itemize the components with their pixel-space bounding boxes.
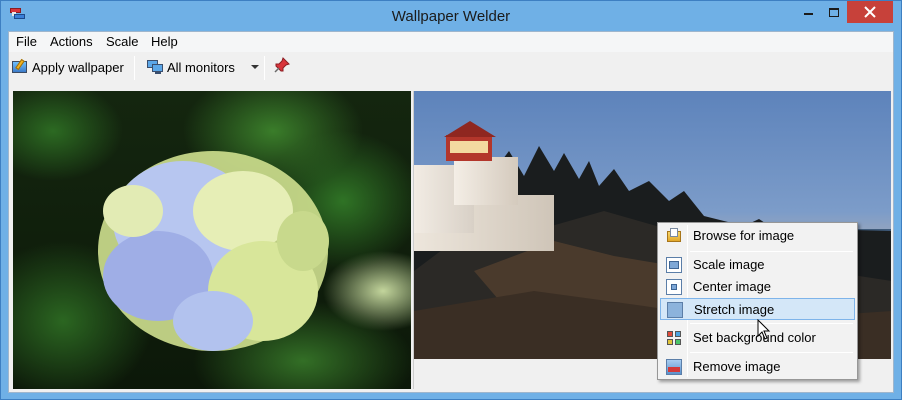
apply-wallpaper-icon (12, 58, 28, 75)
center-image-icon (666, 279, 682, 295)
title-bar[interactable]: Wallpaper Welder (1, 1, 901, 31)
monitor-select-label: All monitors (167, 59, 235, 75)
minimize-button[interactable] (795, 1, 821, 23)
folder-icon (666, 228, 682, 244)
menu-separator (690, 323, 853, 324)
stretch-image-icon (667, 302, 683, 318)
apply-wallpaper-label: Apply wallpaper (32, 59, 124, 75)
menu-item-label: Scale image (693, 257, 765, 272)
menu-item-center[interactable]: Center image (660, 276, 855, 298)
monitor-dropdown-arrow-icon[interactable] (251, 65, 259, 69)
menu-help[interactable]: Help (151, 34, 178, 49)
menu-item-label: Stretch image (694, 302, 775, 317)
menu-item-label: Set background color (693, 330, 816, 345)
close-button[interactable] (847, 1, 893, 23)
maximize-icon (829, 7, 839, 17)
menu-bar: File Actions Scale Help (9, 32, 893, 52)
menu-item-label: Browse for image (693, 228, 795, 243)
menu-separator (690, 251, 853, 252)
monitors-icon (147, 59, 163, 75)
pin-icon[interactable] (274, 57, 290, 73)
context-menu: Browse for image Scale image Center imag… (657, 222, 858, 380)
menu-item-scale[interactable]: Scale image (660, 254, 855, 276)
menu-scale[interactable]: Scale (106, 34, 139, 49)
menu-item-stretch[interactable]: Stretch image (660, 298, 855, 320)
menu-item-browse[interactable]: Browse for image (660, 225, 855, 247)
monitor-1-preview[interactable] (13, 91, 411, 389)
maximize-button[interactable] (821, 1, 847, 23)
menu-file[interactable]: File (16, 34, 37, 49)
mouse-cursor-icon (757, 319, 771, 340)
toolbar-separator (264, 56, 265, 80)
menu-item-label: Center image (693, 279, 772, 294)
monitor-select-button[interactable]: All monitors (147, 56, 235, 78)
remove-image-icon (666, 359, 682, 375)
close-icon (864, 6, 876, 18)
minimize-icon (803, 13, 813, 15)
scale-image-icon (666, 257, 682, 273)
menu-actions[interactable]: Actions (50, 34, 93, 49)
color-palette-icon (666, 330, 682, 346)
menu-item-remove[interactable]: Remove image (660, 356, 855, 378)
toolbar: Apply wallpaper All monitors (9, 52, 893, 82)
apply-wallpaper-button[interactable]: Apply wallpaper (12, 56, 124, 78)
hydrangea-flower (98, 151, 329, 351)
menu-separator (690, 352, 853, 353)
menu-item-label: Remove image (693, 359, 781, 374)
toolbar-separator (134, 56, 135, 80)
window-title: Wallpaper Welder (391, 8, 511, 25)
